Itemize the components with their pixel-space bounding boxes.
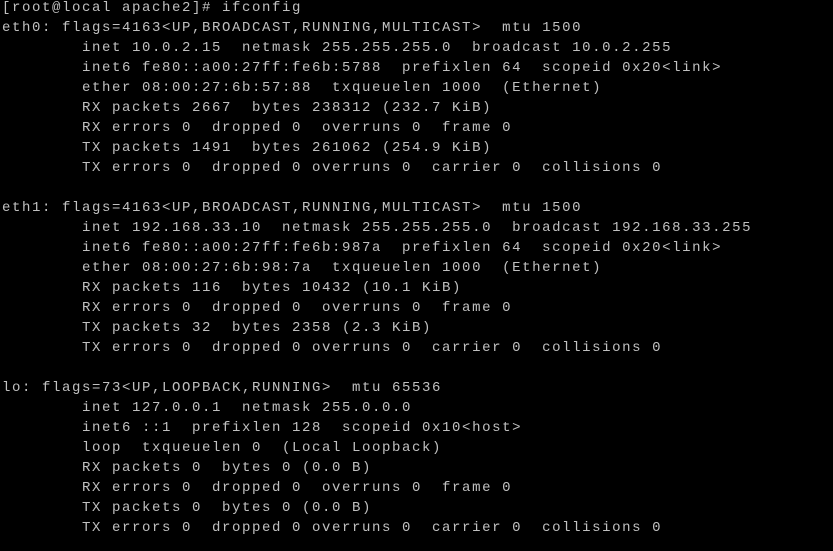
terminal-line: TX errors 0 dropped 0 overruns 0 carrier… [2, 160, 663, 176]
terminal-output[interactable]: [root@local apache2]# ifconfig eth0: flag… [2, 0, 833, 551]
terminal-line: TX packets 0 bytes 0 (0.0 B) [2, 500, 373, 516]
terminal-line: TX errors 0 dropped 0 overruns 0 carrier… [2, 340, 663, 356]
terminal-line: RX errors 0 dropped 0 overruns 0 frame 0 [2, 480, 513, 496]
terminal-line: RX packets 0 bytes 0 (0.0 B) [2, 460, 373, 476]
terminal-line: inet6 fe80::a00:27ff:fe6b:987a prefixlen… [2, 240, 723, 256]
terminal-line: RX packets 116 bytes 10432 (10.1 KiB) [2, 280, 463, 296]
terminal-line: ether 08:00:27:6b:57:88 txqueuelen 1000 … [2, 80, 603, 96]
terminal-line: inet 10.0.2.15 netmask 255.255.255.0 bro… [2, 40, 673, 56]
terminal-line: eth0: flags=4163<UP,BROADCAST,RUNNING,MU… [2, 20, 583, 36]
terminal-line: RX packets 2667 bytes 238312 (232.7 KiB) [2, 100, 493, 116]
terminal-line: loop txqueuelen 0 (Local Loopback) [2, 440, 443, 456]
terminal-line: TX errors 0 dropped 0 overruns 0 carrier… [2, 520, 663, 536]
terminal-line: RX errors 0 dropped 0 overruns 0 frame 0 [2, 120, 513, 136]
terminal-line: inet6 ::1 prefixlen 128 scopeid 0x10<hos… [2, 420, 523, 436]
terminal-line: [root@local apache2]# ifconfig [2, 0, 303, 16]
terminal-line: eth1: flags=4163<UP,BROADCAST,RUNNING,MU… [2, 200, 583, 216]
terminal-line: inet 192.168.33.10 netmask 255.255.255.0… [2, 220, 753, 236]
terminal-line: inet6 fe80::a00:27ff:fe6b:5788 prefixlen… [2, 60, 723, 76]
terminal-line: TX packets 1491 bytes 261062 (254.9 KiB) [2, 140, 493, 156]
terminal-line: lo: flags=73<UP,LOOPBACK,RUNNING> mtu 65… [2, 380, 443, 396]
terminal-line: RX errors 0 dropped 0 overruns 0 frame 0 [2, 300, 513, 316]
terminal-line: ether 08:00:27:6b:98:7a txqueuelen 1000 … [2, 260, 603, 276]
terminal-line: inet 127.0.0.1 netmask 255.0.0.0 [2, 400, 413, 416]
terminal-line: TX packets 32 bytes 2358 (2.3 KiB) [2, 320, 433, 336]
